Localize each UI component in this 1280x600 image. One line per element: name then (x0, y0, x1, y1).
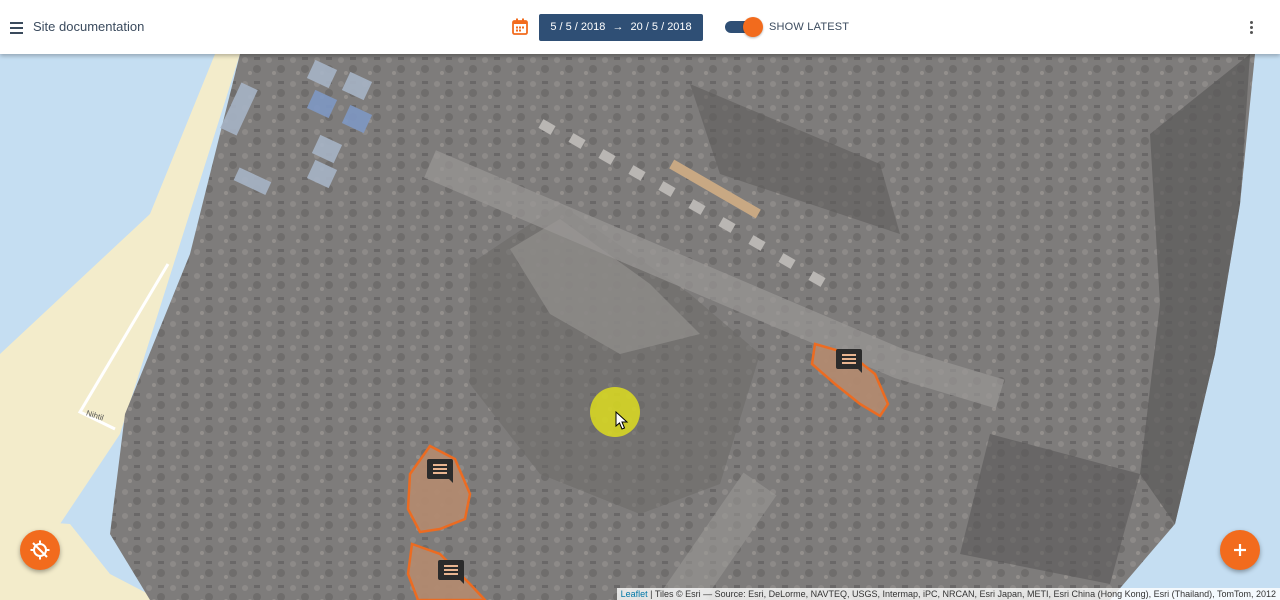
app-bar: Site documentation 5 / 5 / 2018 → 20 / 5… (0, 0, 1280, 54)
show-latest-toggle[interactable] (725, 17, 763, 37)
map-canvas (0, 54, 1255, 600)
comment-marker[interactable] (427, 459, 455, 483)
leaflet-link[interactable]: Leaflet (621, 589, 648, 599)
toggle-knob (743, 17, 763, 37)
date-range-button[interactable]: 5 / 5 / 2018 → 20 / 5 / 2018 (539, 14, 703, 41)
comment-marker[interactable] (438, 560, 466, 584)
map-view[interactable]: Nihtil Leaflet | Tiles © Esri — Source: … (0, 54, 1280, 600)
attribution-text: | Tiles © Esri — Source: Esri, DeLorme, … (647, 589, 1276, 599)
mouse-pointer-icon (615, 411, 629, 430)
calendar-icon[interactable] (512, 18, 528, 35)
map-attribution: Leaflet | Tiles © Esri — Source: Esri, D… (616, 588, 1280, 600)
date-range-start: 5 / 5 / 2018 (550, 21, 606, 33)
show-latest-label: SHOW LATEST (769, 21, 850, 33)
hamburger-menu-icon[interactable] (8, 17, 26, 37)
location-disabled-icon (30, 540, 50, 560)
comment-marker[interactable] (836, 349, 864, 373)
page-title: Site documentation (33, 19, 145, 34)
add-button[interactable] (1220, 530, 1260, 570)
location-disabled-button[interactable] (20, 530, 60, 570)
more-vertical-icon[interactable] (1246, 20, 1256, 36)
date-range-arrow: → (612, 21, 624, 33)
date-range-end: 20 / 5 / 2018 (630, 21, 692, 33)
plus-icon (1234, 544, 1246, 556)
